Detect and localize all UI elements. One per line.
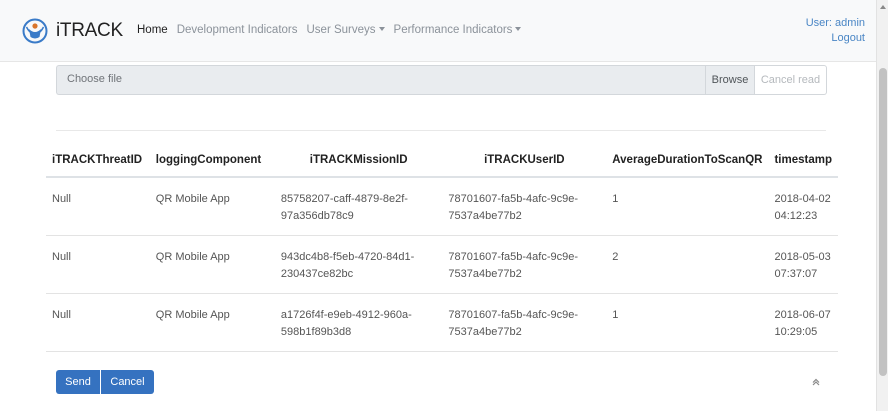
cell-logging-component: QR Mobile App [149,293,275,352]
cell-mission-id: 943dc4b8-f5eb-4720-84d1-230437ce82bc [274,235,443,294]
brand-name: iTRACK [56,20,123,41]
nav-user-surveys-label: User Surveys [306,24,376,36]
cell-timestamp: 2018-04-02 04:12:23 [768,177,838,236]
browse-button[interactable]: Browse [705,65,755,95]
divider [56,130,826,131]
nav-user-surveys[interactable]: User Surveys [307,24,385,36]
cell-threat-id: Null [46,177,150,236]
data-table: iTRACKThreatID loggingComponent iTRACKMi… [46,144,838,352]
cell-average-duration: 1 [606,293,769,352]
nav-performance-indicators[interactable]: Performance Indicators [394,24,522,36]
cancel-read-button[interactable]: Cancel read [755,65,827,95]
cell-logging-component: QR Mobile App [149,177,275,236]
caret-down-icon [515,27,522,31]
nav-home-label: Home [137,24,168,36]
file-upload-group: Choose file Browse Cancel read [56,65,827,95]
scroll-up-arrow-icon[interactable] [880,5,886,9]
cell-mission-id: a1726f4f-e9eb-4912-960a-598b1f89b3d8 [274,293,443,352]
header-itrackuserid: iTRACKUserID [442,144,607,178]
send-button[interactable]: Send [56,370,100,394]
nav-development-indicators-label: Development Indicators [176,24,298,36]
cell-threat-id: Null [46,293,150,352]
itrack-logo-icon [22,18,48,44]
header-itrackmissionid: iTRACKMissionID [274,144,443,178]
cell-user-id: 78701607-fa5b-4afc-9c9e-7537a4be77b2 [442,235,607,294]
logout-link[interactable]: Logout [806,31,865,46]
main-nav: Home Development Indicators User Surveys… [137,24,530,36]
header-averagedurationtoscanqr: AverageDurationToScanQR [606,144,769,178]
cell-threat-id: Null [46,235,150,294]
scrollbar[interactable] [876,0,888,411]
table-row: Null QR Mobile App a1726f4f-e9eb-4912-96… [46,293,838,352]
cancel-button[interactable]: Cancel [101,370,154,394]
scroll-to-top-button[interactable] [809,375,823,389]
cell-timestamp: 2018-06-07 10:29:05 [768,293,838,352]
cell-average-duration: 1 [606,177,769,236]
nav-development-indicators[interactable]: Development Indicators [177,24,298,36]
table-header-row: iTRACKThreatID loggingComponent iTRACKMi… [46,144,838,178]
chevron-up-icon [812,378,820,386]
file-input[interactable]: Choose file [56,65,705,95]
cell-logging-component: QR Mobile App [149,235,275,294]
top-navbar: iTRACK Home Development Indicators User … [0,0,876,62]
brand[interactable]: iTRACK [22,18,123,44]
cell-mission-id: 85758207-caff-4879-8e2f-97a356db78c9 [274,177,443,236]
cell-timestamp: 2018-05-03 07:37:07 [768,235,838,294]
user-label: User: admin [805,17,865,29]
table-row: Null QR Mobile App 85758207-caff-4879-8e… [46,177,838,236]
header-loggingcomponent: loggingComponent [149,144,275,178]
cell-user-id: 78701607-fa5b-4afc-9c9e-7537a4be77b2 [442,177,607,236]
cell-user-id: 78701607-fa5b-4afc-9c9e-7537a4be77b2 [442,293,607,352]
scrollbar-thumb[interactable] [879,68,887,376]
nav-home[interactable]: Home [137,24,168,36]
nav-performance-indicators-label: Performance Indicators [393,24,513,36]
header-timestamp: timestamp [768,144,838,178]
caret-down-icon [378,27,385,31]
table-row: Null QR Mobile App 943dc4b8-f5eb-4720-84… [46,235,838,294]
header-itrackthreatid: iTRACKThreatID [46,144,150,178]
cell-average-duration: 2 [606,235,769,294]
user-info: User: admin Logout [806,16,865,46]
